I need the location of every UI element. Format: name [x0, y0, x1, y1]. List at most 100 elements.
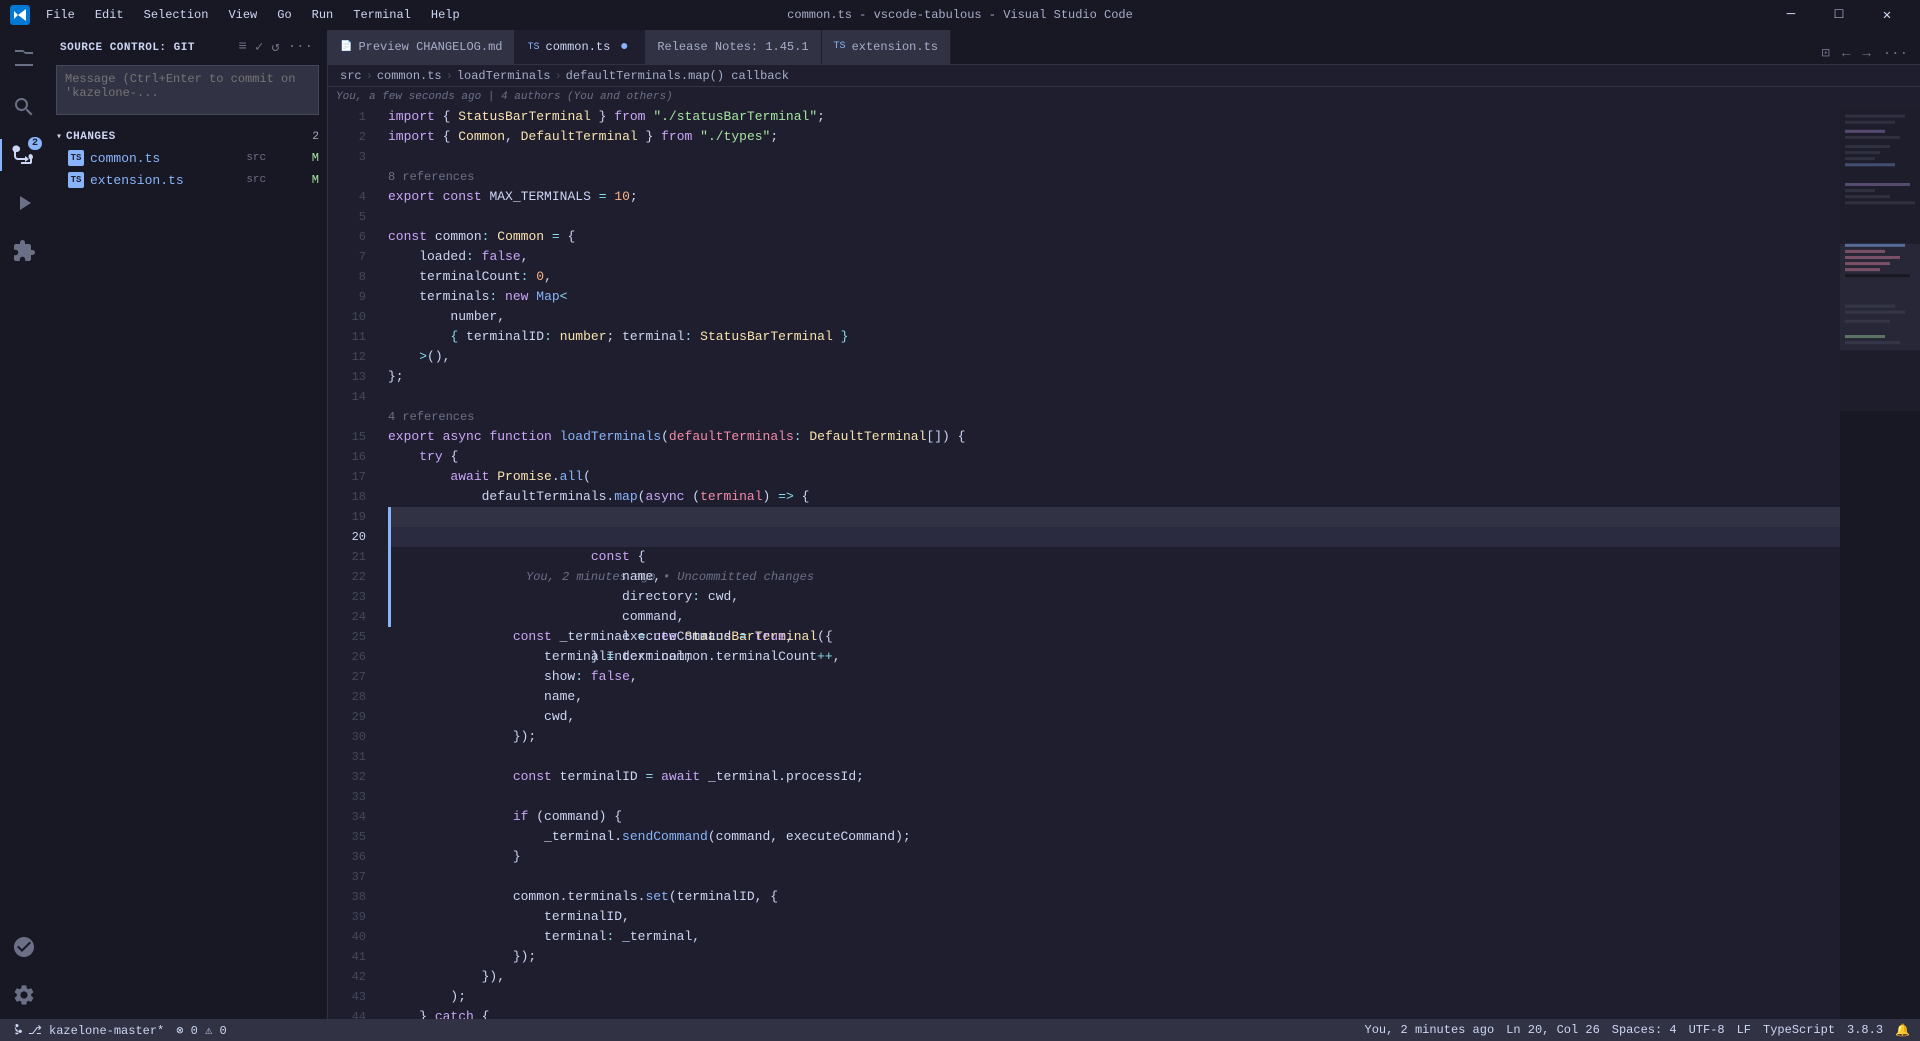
activity-item-source-control[interactable]: 2 — [0, 131, 48, 179]
code-line-28: name, — [388, 687, 1840, 707]
activity-item-settings[interactable] — [0, 971, 48, 1019]
commit-message-input[interactable] — [56, 65, 319, 115]
tab-common-ts[interactable]: TS common.ts ● — [515, 30, 645, 64]
cursor-position-status[interactable]: Ln 20, Col 26 — [1506, 1023, 1600, 1037]
file-status-extension-ts: M — [312, 173, 319, 187]
tab-close-common-ts[interactable]: ● — [616, 39, 632, 55]
activity-item-remote[interactable] — [0, 923, 48, 971]
file-item-common-ts[interactable]: TS common.ts src ↗ ↺ + M — [48, 147, 327, 169]
sidebar-action-check[interactable]: ✓ — [253, 37, 265, 58]
git-blame-text: You, a few seconds ago | 4 authors (You … — [336, 91, 673, 103]
menu-view[interactable]: View — [220, 6, 265, 24]
encoding-status[interactable]: UTF-8 — [1689, 1023, 1725, 1037]
git-blame-header: You, a few seconds ago | 4 authors (You … — [328, 87, 1920, 107]
ln-43: 43 — [328, 987, 378, 1007]
ln-39: 39 — [328, 907, 378, 927]
menu-go[interactable]: Go — [269, 6, 299, 24]
sidebar-action-list[interactable]: ≡ — [237, 37, 249, 58]
problems-status[interactable]: ⊗ 0 ⚠ 0 — [176, 1023, 226, 1038]
breadcrumb-src[interactable]: src — [340, 69, 362, 83]
file-icon-extension-ts: TS — [68, 172, 84, 188]
commit-input-area[interactable] — [48, 65, 327, 127]
sidebar-action-more[interactable]: ··· — [286, 37, 315, 58]
tabs-bar: 📄 Preview CHANGELOG.md TS common.ts ● Re… — [328, 30, 1920, 65]
file-item-extension-ts[interactable]: TS extension.ts src ↗ ↺ + M — [48, 169, 327, 191]
code-line-12: >(), — [388, 347, 1840, 367]
file-action-open[interactable]: ↗ — [270, 150, 281, 167]
ln-27: 27 — [328, 667, 378, 687]
code-area[interactable]: import { StatusBarTerminal } from "./sta… — [378, 107, 1840, 1019]
ln-30: 30 — [328, 727, 378, 747]
file-action-open-ext[interactable]: ↗ — [270, 172, 281, 189]
menu-bar[interactable]: File Edit Selection View Go Run Terminal… — [38, 6, 468, 24]
tab-release-notes[interactable]: Release Notes: 1.45.1 — [645, 30, 821, 64]
code-line-20[interactable]: name, — [388, 527, 1840, 547]
tab-preview-changelog[interactable]: 📄 Preview CHANGELOG.md — [328, 30, 515, 64]
go-back-button[interactable]: ← — [1838, 44, 1854, 64]
breadcrumb-callback[interactable]: defaultTerminals.map() callback — [566, 69, 789, 83]
activity-item-extensions[interactable] — [0, 227, 48, 275]
code-line-32: const terminalID = await _terminal.proce… — [388, 767, 1840, 787]
activity-item-explorer[interactable] — [0, 35, 48, 83]
ln-18: 18 — [328, 487, 378, 507]
indentation-status[interactable]: Spaces: 4 — [1612, 1023, 1677, 1037]
ln-34: 34 — [328, 807, 378, 827]
breadcrumb-load-terminals[interactable]: loadTerminals — [457, 69, 551, 83]
menu-terminal[interactable]: Terminal — [345, 6, 419, 24]
window-controls[interactable]: ─ □ ✕ — [1768, 0, 1910, 30]
notification-status[interactable]: 🔔 — [1895, 1023, 1910, 1038]
git-blame-status[interactable]: You, 2 minutes ago — [1365, 1023, 1495, 1037]
code-line-36: } — [388, 847, 1840, 867]
split-editor-button[interactable]: ⊡ — [1818, 43, 1834, 64]
ln-11: 11 — [328, 327, 378, 347]
tab-label-common-ts: common.ts — [546, 40, 611, 54]
ln-37: 37 — [328, 867, 378, 887]
ts-version-status[interactable]: 3.8.3 — [1847, 1023, 1883, 1037]
changes-file-list: TS common.ts src ↗ ↺ + M TS extension.ts… — [48, 147, 327, 191]
menu-selection[interactable]: Selection — [136, 6, 217, 24]
code-ref-15: 4 references — [388, 407, 1840, 427]
activity-item-run[interactable] — [0, 179, 48, 227]
changes-section-header[interactable]: ▾ CHANGES 2 — [48, 127, 327, 147]
menu-help[interactable]: Help — [423, 6, 468, 24]
code-line-10: number, — [388, 307, 1840, 327]
code-line-27: show: false, — [388, 667, 1840, 687]
breadcrumb-common-ts[interactable]: common.ts — [377, 69, 442, 83]
window-title: common.ts - vscode-tabulous - Visual Stu… — [787, 8, 1133, 22]
go-forward-button[interactable]: → — [1858, 44, 1874, 64]
menu-run[interactable]: Run — [304, 6, 342, 24]
code-line-33 — [388, 787, 1840, 807]
sidebar-actions[interactable]: ≡ ✓ ↺ ··· — [237, 37, 316, 58]
file-action-stage[interactable]: + — [297, 150, 308, 167]
menu-file[interactable]: File — [38, 6, 83, 24]
activity-item-search[interactable] — [0, 83, 48, 131]
code-line-44: } catch { — [388, 1007, 1840, 1019]
minimap-svg — [1840, 107, 1920, 1019]
minimap — [1840, 107, 1920, 1019]
app-icon — [10, 5, 30, 25]
sidebar-header: SOURCE CONTROL: GIT ≡ ✓ ↺ ··· — [48, 30, 327, 65]
minimize-button[interactable]: ─ — [1768, 0, 1814, 30]
code-line-34: if (command) { — [388, 807, 1840, 827]
language-status[interactable]: TypeScript — [1763, 1023, 1835, 1037]
ln-22: 22 — [328, 567, 378, 587]
code-line-16: try { — [388, 447, 1840, 467]
ln-3: 3 — [328, 147, 378, 167]
editor-content: 1 2 3 4 5 6 7 8 9 10 11 12 13 14 15 16 1… — [328, 107, 1920, 1019]
git-branch-status[interactable]: ⎇ kazelone-master* — [10, 1023, 164, 1038]
menu-edit[interactable]: Edit — [87, 6, 132, 24]
breadcrumb: src › common.ts › loadTerminals › defaul… — [328, 65, 1920, 87]
maximize-button[interactable]: □ — [1816, 0, 1862, 30]
close-button[interactable]: ✕ — [1864, 0, 1910, 30]
ln-1: 1 — [328, 107, 378, 127]
file-action-discard[interactable]: ↺ — [283, 150, 294, 167]
line-ending-status[interactable]: LF — [1737, 1023, 1751, 1037]
sidebar-action-refresh[interactable]: ↺ — [269, 37, 281, 58]
file-action-stage-ext[interactable]: + — [297, 172, 308, 189]
file-action-discard-ext[interactable]: ↺ — [283, 172, 294, 189]
code-line-8: terminalCount: 0, — [388, 267, 1840, 287]
code-line-22: command, — [388, 567, 1840, 587]
code-line-19: const { You, 2 minutes ago • Uncommitted… — [388, 507, 1840, 527]
tab-extension-ts[interactable]: TS extension.ts — [822, 30, 951, 64]
more-button[interactable]: ··· — [1879, 44, 1912, 64]
